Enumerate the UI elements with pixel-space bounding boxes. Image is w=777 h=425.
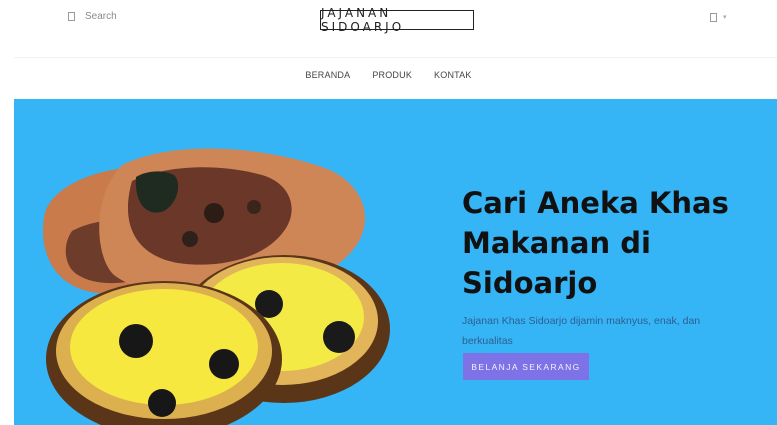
chevron-down-icon[interactable]: ▾ [723, 14, 727, 21]
hero-banner: Cari Aneka Khas Makanan di Sidoarjo Jaja… [14, 99, 777, 425]
nav-item-produk[interactable]: PRODUK [372, 70, 412, 80]
search-trigger[interactable]: Search [68, 11, 117, 22]
account-menu[interactable]: ▾ [710, 13, 727, 22]
user-icon[interactable] [710, 13, 717, 22]
nav-item-kontak[interactable]: KONTAK [434, 70, 472, 80]
top-bar: Search JAJANAN SIDOARJO ▾ [0, 0, 777, 56]
black-raisin [148, 389, 176, 417]
pastry-dark-spot [247, 200, 261, 214]
hero-title: Cari Aneka Khas Makanan di Sidoarjo [462, 186, 729, 300]
search-icon[interactable] [68, 12, 75, 21]
shop-now-button[interactable]: BELANJA SEKARANG [463, 353, 589, 380]
brand-logo[interactable]: JAJANAN SIDOARJO [320, 6, 474, 34]
hero-subtitle: Jajanan Khas Sidoarjo dijamin maknyus, e… [462, 314, 701, 347]
hero-food-image [42, 148, 390, 425]
black-raisin [323, 321, 355, 353]
black-raisin [209, 349, 239, 379]
main-nav: BERANDA PRODUK KONTAK [0, 70, 777, 80]
header-divider [14, 57, 777, 58]
search-label[interactable]: Search [85, 11, 117, 22]
black-raisin [119, 324, 153, 358]
pastry-dark-spot [204, 203, 224, 223]
pastry-dark-spot [182, 231, 198, 247]
nav-item-beranda[interactable]: BERANDA [305, 70, 350, 80]
custard-cake-left-top [70, 289, 258, 405]
